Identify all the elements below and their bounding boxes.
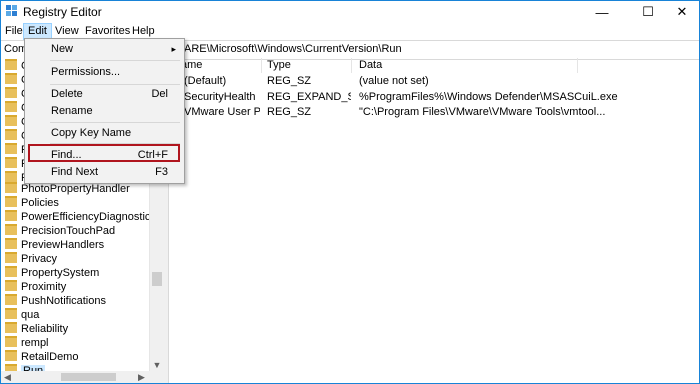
value-data: (value not set): [359, 75, 429, 87]
menu-item-permissions[interactable]: Permissions...: [25, 63, 184, 81]
shortcut-text: Del: [151, 88, 168, 100]
scroll-down-icon[interactable]: ▼: [150, 359, 164, 371]
folder-icon: [5, 182, 17, 193]
menu-item-new[interactable]: New ▸: [25, 40, 184, 58]
edit-menu-dropdown: New ▸ Permissions... Delete Del Rename C…: [24, 38, 185, 184]
scroll-left-icon[interactable]: ◀: [4, 371, 11, 383]
tree-item[interactable]: PreviewHandlers: [5, 238, 104, 252]
registry-editor-window: Registry Editor — ☐ ✕ File Edit View Fav…: [0, 0, 700, 384]
folder-icon: [5, 238, 17, 249]
tree-item[interactable]: RetailDemo: [5, 350, 78, 364]
registry-editor-icon: [6, 5, 17, 16]
tree-item[interactable]: Reliability: [5, 322, 68, 336]
menu-item-find-next[interactable]: Find Next F3: [25, 163, 184, 181]
column-divider[interactable]: [577, 58, 578, 73]
folder-icon: [5, 101, 17, 112]
value-name: VMware User Pr...: [184, 106, 260, 118]
folder-icon: [5, 294, 17, 305]
value-type: REG_SZ: [267, 75, 312, 87]
scroll-right-icon[interactable]: ▶: [138, 371, 145, 383]
minimize-button[interactable]: —: [585, 1, 619, 23]
submenu-arrow-icon: ▸: [171, 44, 176, 54]
menu-separator: [50, 60, 180, 61]
menu-item-copy-key-name[interactable]: Copy Key Name: [25, 124, 184, 142]
scroll-thumb[interactable]: [152, 272, 162, 286]
tree-horizontal-scrollbar[interactable]: ◀ ▶: [1, 371, 163, 383]
window-title: Registry Editor: [23, 5, 102, 19]
value-data: %ProgramFiles%\Windows Defender\MSASCuiL…: [359, 91, 618, 103]
title-bar: Registry Editor — ☐ ✕: [1, 1, 699, 23]
folder-icon: [5, 143, 17, 154]
menu-item-rename[interactable]: Rename: [25, 102, 184, 120]
folder-icon: [5, 308, 17, 319]
menu-favorites[interactable]: Favorites: [81, 24, 134, 39]
tree-item[interactable]: qua: [5, 308, 39, 322]
tree-item[interactable]: PrecisionTouchPad: [5, 224, 115, 238]
folder-icon: [5, 171, 17, 182]
value-name: SecurityHealth: [184, 91, 256, 103]
folder-icon: [5, 129, 17, 140]
column-divider[interactable]: [351, 58, 352, 73]
tree-item[interactable]: Proximity: [5, 280, 66, 294]
folder-icon: [5, 280, 17, 291]
column-header-type[interactable]: Type: [267, 58, 291, 73]
menu-view[interactable]: View: [51, 24, 83, 39]
close-icon: ✕: [676, 4, 688, 19]
tree-item[interactable]: Policies: [5, 196, 59, 210]
folder-icon: [5, 252, 17, 263]
value-name: (Default): [184, 75, 227, 87]
value-list[interactable]: ame Type Data (Default) REG_SZ (value no…: [169, 58, 699, 383]
find-highlight-box: [28, 144, 180, 162]
close-button[interactable]: ✕: [665, 1, 699, 23]
value-type: REG_SZ: [267, 106, 312, 118]
folder-icon: [5, 336, 17, 347]
maximize-icon: ☐: [642, 4, 654, 19]
menu-item-delete[interactable]: Delete Del: [25, 85, 184, 103]
folder-icon: [5, 59, 17, 70]
folder-icon: [5, 224, 17, 235]
address-path: ARE\Microsoft\Windows\CurrentVersion\Run: [184, 43, 402, 55]
maximize-button[interactable]: ☐: [631, 1, 665, 23]
tree-item[interactable]: PushNotifications: [5, 294, 106, 308]
folder-icon: [5, 322, 17, 333]
folder-icon: [5, 73, 17, 84]
column-divider[interactable]: [261, 58, 262, 73]
menu-help[interactable]: Help: [128, 24, 159, 39]
folder-icon: [5, 87, 17, 98]
folder-icon: [5, 115, 17, 126]
tree-item[interactable]: PowerEfficiencyDiagnostics: [5, 210, 156, 224]
tree-item[interactable]: rempl: [5, 336, 49, 350]
value-data: "C:\Program Files\VMware\VMware Tools\vm…: [359, 106, 606, 118]
folder-icon: [5, 196, 17, 207]
shortcut-text: F3: [155, 166, 168, 178]
tree-item[interactable]: PhotoPropertyHandler: [5, 182, 130, 196]
value-type: REG_EXPAND_SZ: [267, 91, 351, 103]
folder-icon: [5, 210, 17, 221]
folder-icon: [5, 350, 17, 361]
folder-icon: [5, 157, 17, 168]
column-header-data[interactable]: Data: [359, 58, 382, 73]
minimize-icon: —: [595, 4, 609, 20]
tree-item[interactable]: Privacy: [5, 252, 57, 266]
folder-icon: [5, 266, 17, 277]
tree-item[interactable]: PropertySystem: [5, 266, 99, 280]
menu-separator: [50, 122, 180, 123]
scroll-thumb[interactable]: [61, 373, 116, 381]
